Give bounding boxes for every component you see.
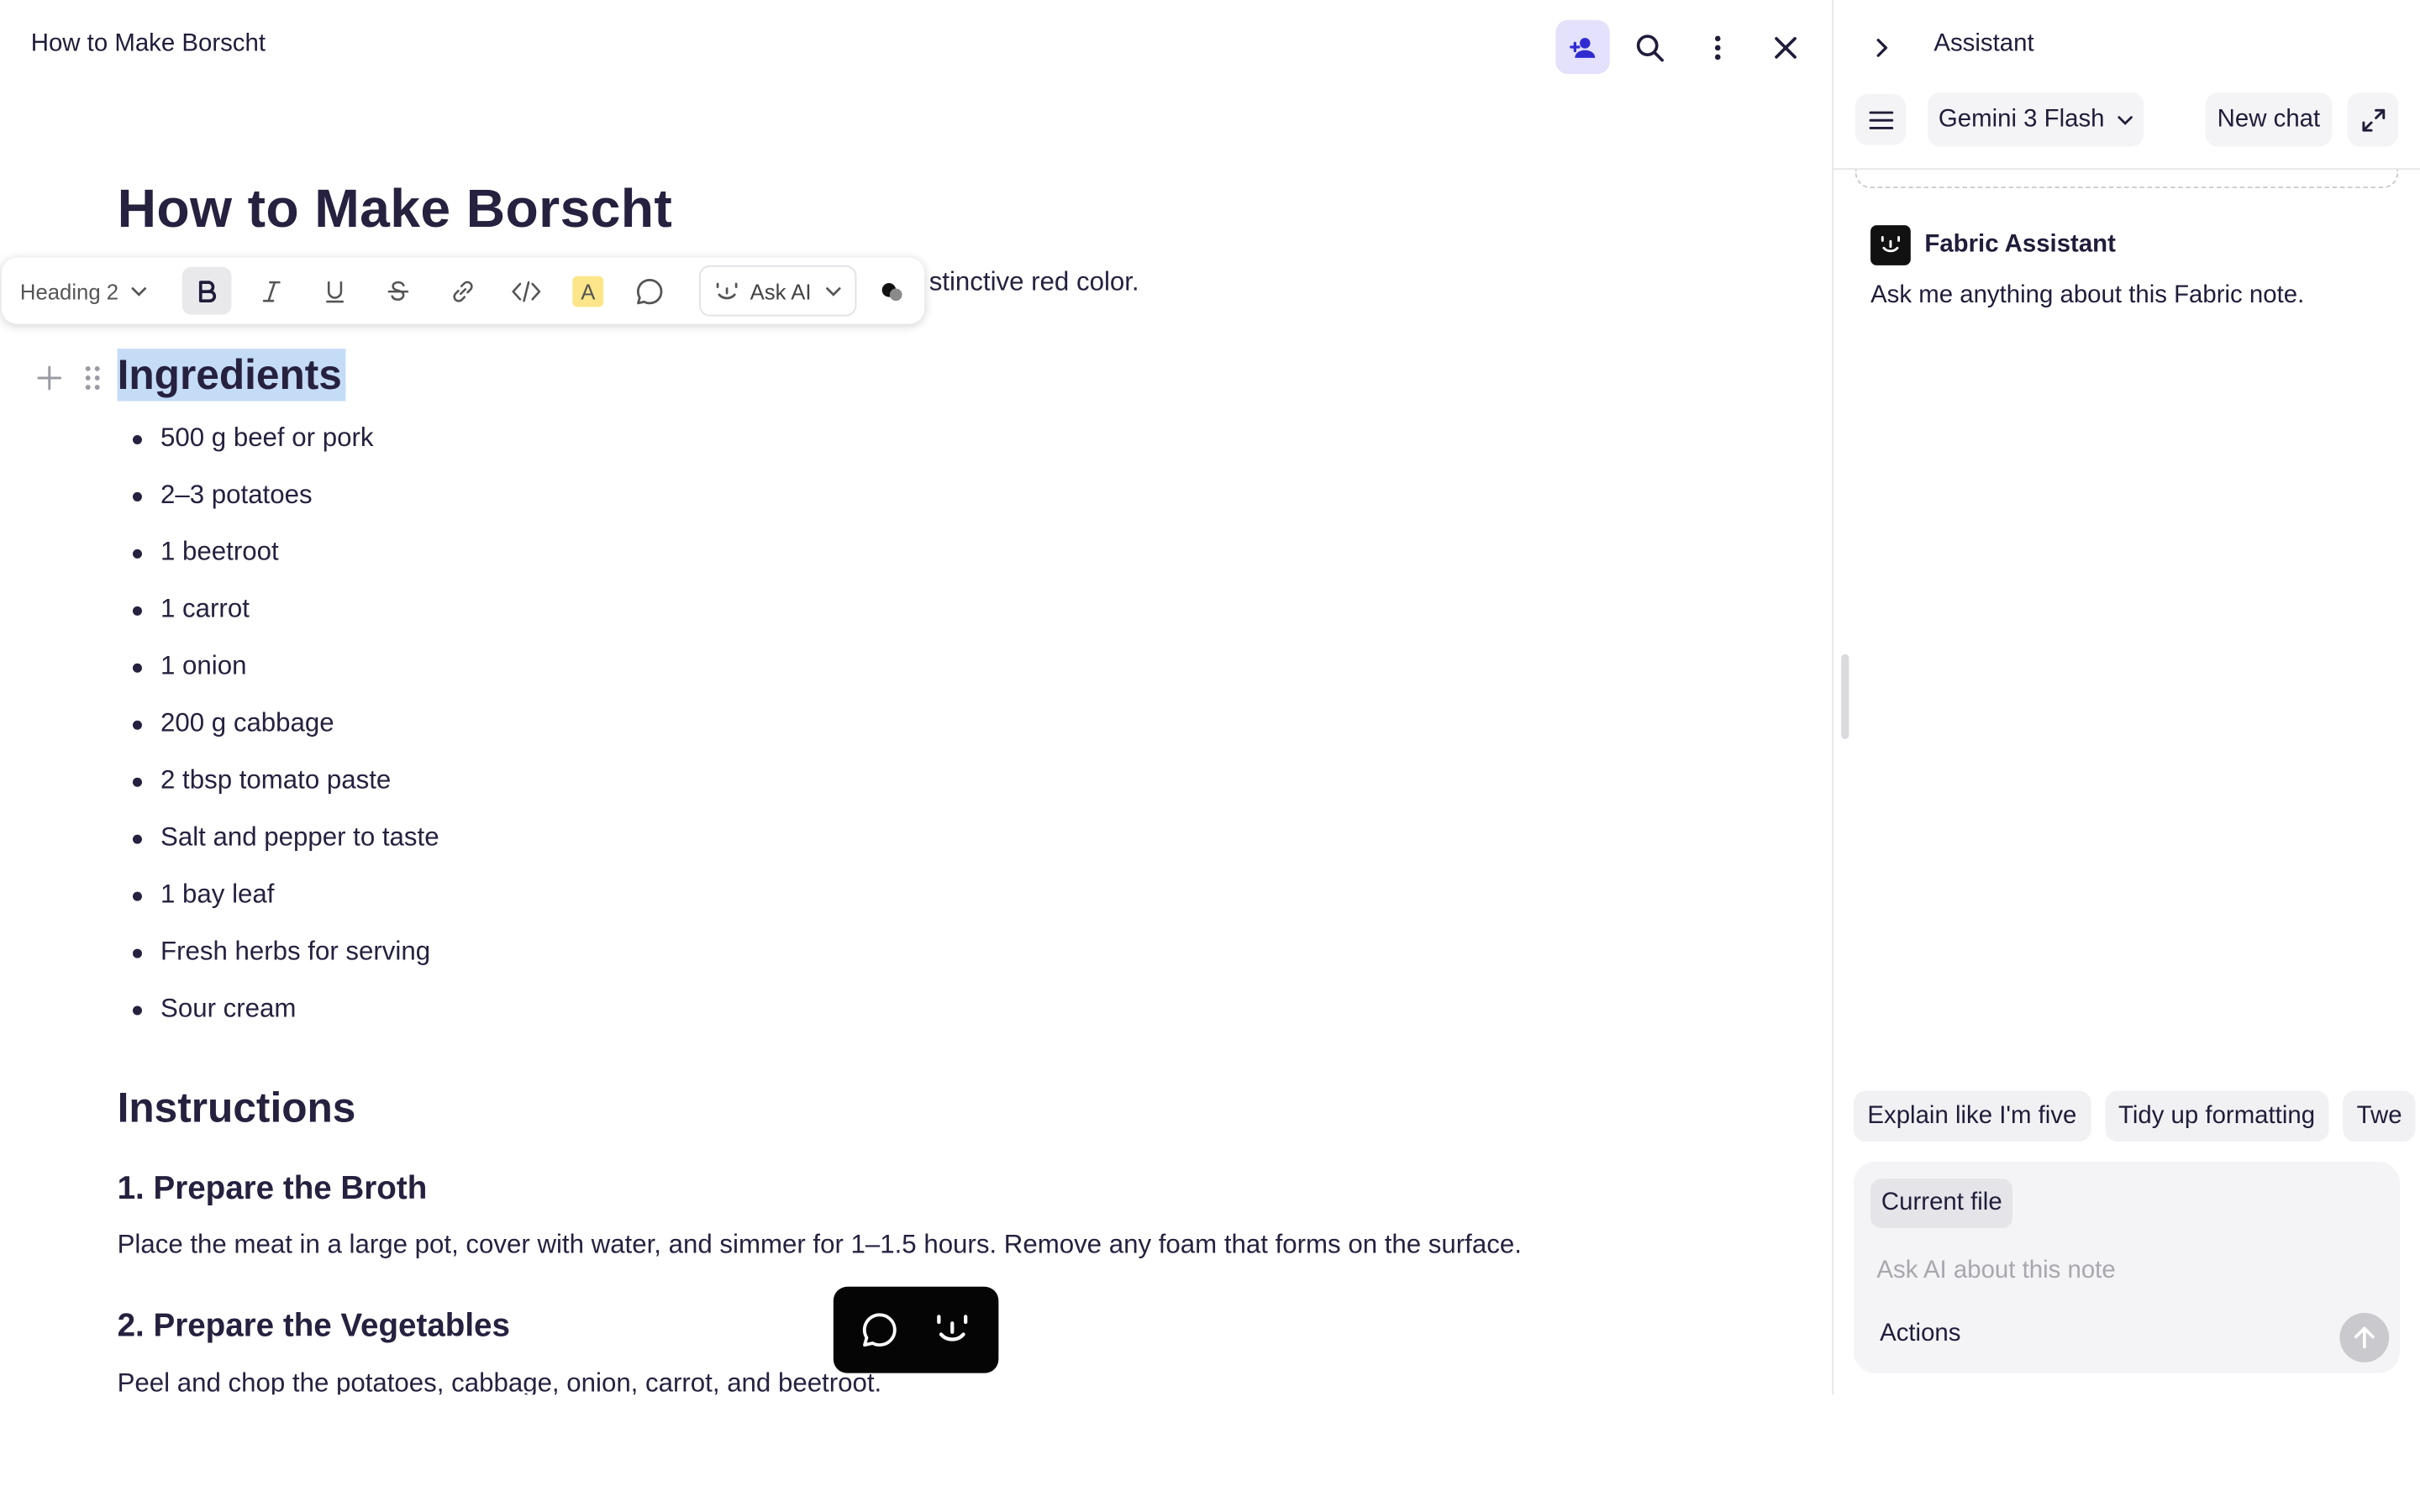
strikethrough-button[interactable] bbox=[373, 267, 423, 315]
model-selector[interactable]: Gemini 3 Flash bbox=[1928, 92, 2144, 147]
menu-icon bbox=[1868, 110, 1893, 129]
list-item[interactable]: 1 onion bbox=[133, 645, 439, 702]
instructions-heading[interactable]: Instructions bbox=[118, 1084, 356, 1132]
suggestion-chips: Explain like I'm five Tidy up formatting T… bbox=[1853, 1090, 2420, 1142]
editor-pane: How to Make Borscht How to Make Borscht … bbox=[0, 0, 1833, 1395]
new-chat-button[interactable]: New chat bbox=[2205, 92, 2333, 147]
step1-paragraph[interactable]: Place the meat in a large pot, cover wit… bbox=[118, 1230, 1522, 1261]
list-item[interactable]: 1 carrot bbox=[133, 588, 439, 645]
block-type-label: Heading 2 bbox=[19, 278, 119, 303]
app-root: How to Make Borscht How to Make Borscht … bbox=[0, 0, 2420, 1509]
drag-handle-icon[interactable] bbox=[82, 360, 103, 396]
list-item[interactable]: 2 tbsp tomato paste bbox=[133, 759, 439, 816]
list-item[interactable]: Fresh herbs for serving bbox=[133, 931, 439, 988]
search-icon bbox=[1635, 34, 1664, 61]
list-item[interactable]: Sour cream bbox=[133, 987, 439, 1044]
chat-composer: Current file Actions bbox=[1853, 1162, 2401, 1373]
expand-icon bbox=[2361, 108, 2385, 131]
list-item[interactable]: 1 bay leaf bbox=[133, 874, 439, 931]
italic-icon bbox=[262, 280, 281, 302]
list-item[interactable]: 1 beetroot bbox=[133, 531, 439, 588]
ingredients-list: 500 g beef or pork 2–3 potatoes 1 beetro… bbox=[124, 417, 439, 1045]
format-toolbar: Heading 2 A Ask AI bbox=[1, 257, 925, 324]
underline-button[interactable] bbox=[310, 267, 360, 315]
comment-icon[interactable] bbox=[860, 1310, 900, 1350]
close-button[interactable] bbox=[1758, 20, 1812, 74]
avatar bbox=[1870, 225, 1911, 265]
underline-icon bbox=[326, 280, 345, 302]
send-button[interactable] bbox=[2339, 1313, 2390, 1362]
dashed-divider bbox=[1854, 170, 2399, 189]
bold-icon bbox=[198, 280, 217, 302]
highlight-button[interactable]: A bbox=[563, 267, 613, 315]
more-vertical-icon bbox=[1714, 34, 1720, 60]
share-person-icon bbox=[1569, 37, 1595, 57]
assistant-panel: Assistant Gemini 3 Flash New chat Fabric… bbox=[1833, 0, 2420, 1395]
assistant-name: Fabric Assistant bbox=[1924, 231, 2116, 258]
resize-handle[interactable] bbox=[1841, 654, 1849, 739]
code-button[interactable] bbox=[502, 267, 551, 315]
comment-button[interactable] bbox=[625, 267, 675, 315]
floating-action-bar bbox=[833, 1286, 999, 1373]
suggestion-chip[interactable]: Twe bbox=[2343, 1090, 2417, 1142]
link-button[interactable] bbox=[439, 267, 488, 315]
close-icon bbox=[1774, 36, 1797, 58]
ingredients-heading[interactable]: Ingredients bbox=[117, 349, 345, 402]
model-label: Gemini 3 Flash bbox=[1938, 105, 2105, 133]
assistant-face-icon[interactable] bbox=[933, 1311, 973, 1348]
more-options-button[interactable] bbox=[1690, 20, 1744, 74]
blank-area bbox=[0, 1394, 2420, 1509]
step2-paragraph[interactable]: Peel and chop the potatoes, cabbage, oni… bbox=[118, 1368, 882, 1394]
bold-button[interactable] bbox=[182, 266, 232, 315]
list-item[interactable]: Salt and pepper to taste bbox=[133, 816, 439, 874]
list-item[interactable]: 200 g cabbage bbox=[133, 702, 439, 759]
chat-input[interactable] bbox=[1876, 1254, 2340, 1289]
chevron-down-icon bbox=[2117, 115, 2133, 124]
strikethrough-icon bbox=[387, 280, 409, 301]
assistant-face-icon bbox=[1881, 235, 1901, 253]
chevron-down-icon bbox=[825, 286, 840, 296]
text-color-button[interactable] bbox=[867, 267, 917, 315]
code-icon bbox=[512, 280, 541, 302]
arrow-up-icon bbox=[2354, 1326, 2375, 1349]
list-item[interactable]: 2–3 potatoes bbox=[133, 474, 439, 531]
ask-ai-label: Ask AI bbox=[750, 278, 812, 303]
assistant-panel-title: Assistant bbox=[1933, 30, 2034, 57]
search-button[interactable] bbox=[1622, 20, 1676, 74]
block-type-dropdown[interactable]: Heading 2 bbox=[9, 267, 166, 315]
expand-panel-button[interactable] bbox=[2347, 92, 2399, 147]
step1-heading[interactable]: 1. Prepare the Broth bbox=[118, 1171, 428, 1208]
actions-button[interactable]: Actions bbox=[1880, 1320, 1960, 1348]
chevron-down-icon bbox=[131, 286, 146, 296]
suggestion-chip[interactable]: Explain like I'm five bbox=[1853, 1090, 2091, 1142]
collapse-panel-button[interactable] bbox=[1857, 20, 1907, 74]
highlight-icon: A bbox=[572, 275, 604, 307]
assistant-header: Fabric Assistant bbox=[1870, 225, 2116, 265]
italic-button[interactable] bbox=[247, 267, 297, 315]
text-color-icon bbox=[881, 282, 902, 301]
ask-ai-button[interactable]: Ask AI bbox=[699, 265, 857, 317]
document-title[interactable]: How to Make Borscht bbox=[118, 179, 673, 240]
link-icon bbox=[453, 280, 473, 302]
assistant-welcome-message: Ask me anything about this Fabric note. bbox=[1870, 282, 2305, 309]
list-item[interactable]: 500 g beef or pork bbox=[133, 417, 439, 474]
suggestion-chip[interactable]: Tidy up formatting bbox=[2104, 1090, 2329, 1142]
share-button[interactable] bbox=[1555, 19, 1610, 75]
add-block-icon[interactable] bbox=[35, 360, 63, 396]
document-tab-title: How to Make Borscht bbox=[30, 30, 266, 57]
step2-heading[interactable]: 2. Prepare the Vegetables bbox=[118, 1309, 510, 1346]
context-chip[interactable]: Current file bbox=[1870, 1179, 2013, 1229]
chat-history-button[interactable] bbox=[1854, 94, 1907, 145]
comment-icon bbox=[636, 278, 663, 304]
chevron-right-icon bbox=[1876, 38, 1888, 56]
assistant-face-icon bbox=[716, 281, 738, 299]
intro-paragraph[interactable]: stinctive red color. bbox=[929, 267, 1139, 298]
